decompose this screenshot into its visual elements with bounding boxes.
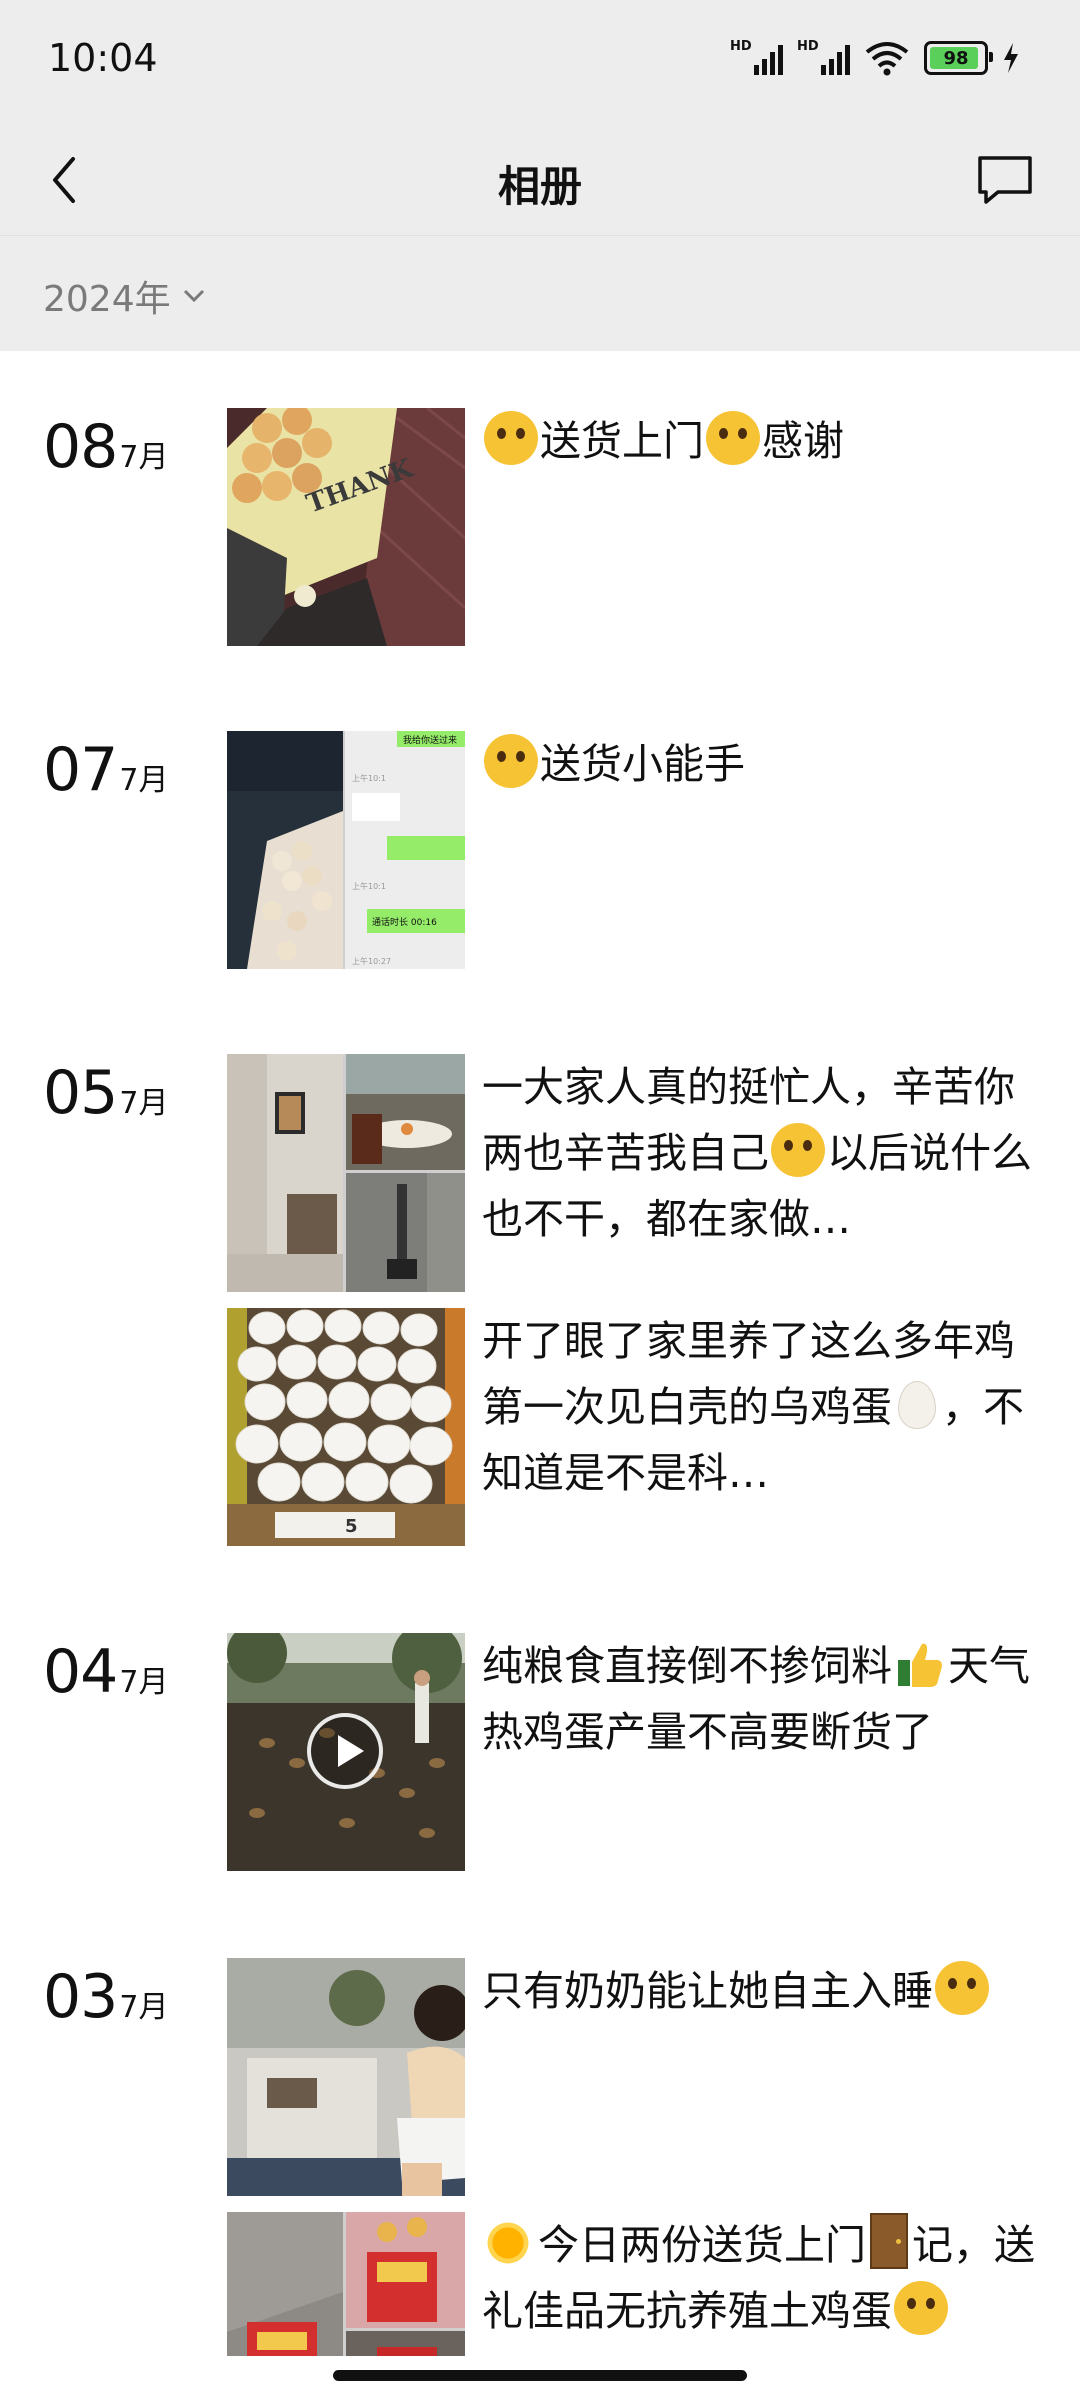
home-photos-collage [227,1054,465,1292]
post-caption[interactable]: 开了眼了家里养了这么多年鸡第一次见白壳的乌鸡蛋 ，不知道是不是科… [482,1308,1042,1506]
egg-bag-photo: THANK [227,408,465,646]
chevron-down-icon [183,289,204,303]
post-caption[interactable]: 送货上门 感谢 [482,408,1042,474]
tired-emoji-icon [771,1123,825,1177]
post-day: 04 [43,1637,118,1707]
chat-time-label: 上午10:27 [352,956,391,966]
sun-emoji-icon [482,2217,534,2269]
post-date: 03 7月 [43,1962,168,2032]
chat-time-label: 上午10:1 [352,881,386,891]
nav-bar: 相册 [0,125,1080,235]
messages-button[interactable] [970,145,1040,215]
bolt-icon [1004,43,1018,73]
wifi-icon [865,42,909,76]
signal-hd-label: HD [730,39,752,54]
page-title: 相册 [497,162,582,211]
car-and-chat-collage: 我给你送过来 上午10:1 上午10:1 通话时长 00:16 上午10:27 [227,731,465,969]
thumbs-up-emoji-icon [898,1643,942,1687]
smile-emoji-icon [935,1961,989,2015]
status-time: 10:04 [48,36,158,80]
post-day: 07 [43,735,118,805]
status-icons: HD HD 98 [730,39,1020,76]
post-month: 7月 [119,1990,169,2025]
play-icon[interactable] [307,1713,383,1789]
year-label: 2024年 [43,279,171,320]
grin-emoji-icon [484,411,538,465]
post-caption[interactable]: 只有奶奶能让她自主入睡 [482,1958,1042,2024]
chat-time-label: 上午10:1 [352,773,386,783]
post-day: 03 [43,1962,118,2032]
price-tag-text: 5 [345,1516,358,1537]
blush-emoji-icon [706,411,760,465]
post-thumbnail[interactable] [227,1054,465,1292]
child-photo [227,1958,465,2196]
smirk-emoji-icon [894,2281,948,2335]
chat-bubble-text: 我给你送过来 [403,734,457,746]
white-eggs-photo: 5 [227,1308,465,1546]
post-day: 05 [43,1058,118,1128]
status-bar: 10:04 HD HD 98 [0,0,1080,125]
post-date: 05 7月 [43,1058,168,1128]
home-indicator[interactable] [333,2370,747,2381]
post-caption[interactable]: 送货小能手 [482,731,1042,797]
video-thumbnail[interactable] [227,1633,465,1871]
call-duration-text: 通话时长 00:16 [372,916,437,928]
post-thumbnail[interactable]: THANK [227,408,465,646]
post-date: 08 7月 [43,412,168,482]
signal-hd-label-2: HD [797,39,819,54]
post-day: 08 [43,412,118,482]
battery-level: 98 [943,47,969,69]
chat-bubble-icon [978,156,1032,204]
post-date: 07 7月 [43,735,168,805]
post-thumbnail[interactable]: 我给你送过来 上午10:1 上午10:1 通话时长 00:16 上午10:27 [227,731,465,969]
post-month: 7月 [119,440,169,475]
post-caption[interactable]: 今日两份送货上门 记，送礼佳品无抗养殖土鸡蛋 [482,2212,1042,2344]
post-month: 7月 [119,1086,169,1121]
year-selector[interactable]: 2024年 [43,270,207,322]
grin-emoji-icon [484,734,538,788]
post-thumbnail[interactable] [227,1958,465,2196]
post-month: 7月 [119,1665,169,1700]
door-emoji-icon [870,2213,908,2269]
post-thumbnail[interactable]: 5 [227,1308,465,1546]
post-caption[interactable]: 一大家人真的挺忙人，辛苦你两也辛苦我自己 以后说什么也不干，都在家做… [482,1054,1042,1252]
battery-icon: 98 [924,41,993,75]
egg-emoji-icon [898,1381,936,1429]
year-filter-bar: 2024年 [0,235,1080,351]
post-date: 04 7月 [43,1637,168,1707]
post-caption[interactable]: 纯粮食直接倒不掺饲料 天气热鸡蛋产量不高要断货了 [482,1633,1042,1765]
signal-icon-2: HD [797,39,850,75]
post-month: 7月 [119,763,169,798]
signal-icon: HD [730,39,783,75]
